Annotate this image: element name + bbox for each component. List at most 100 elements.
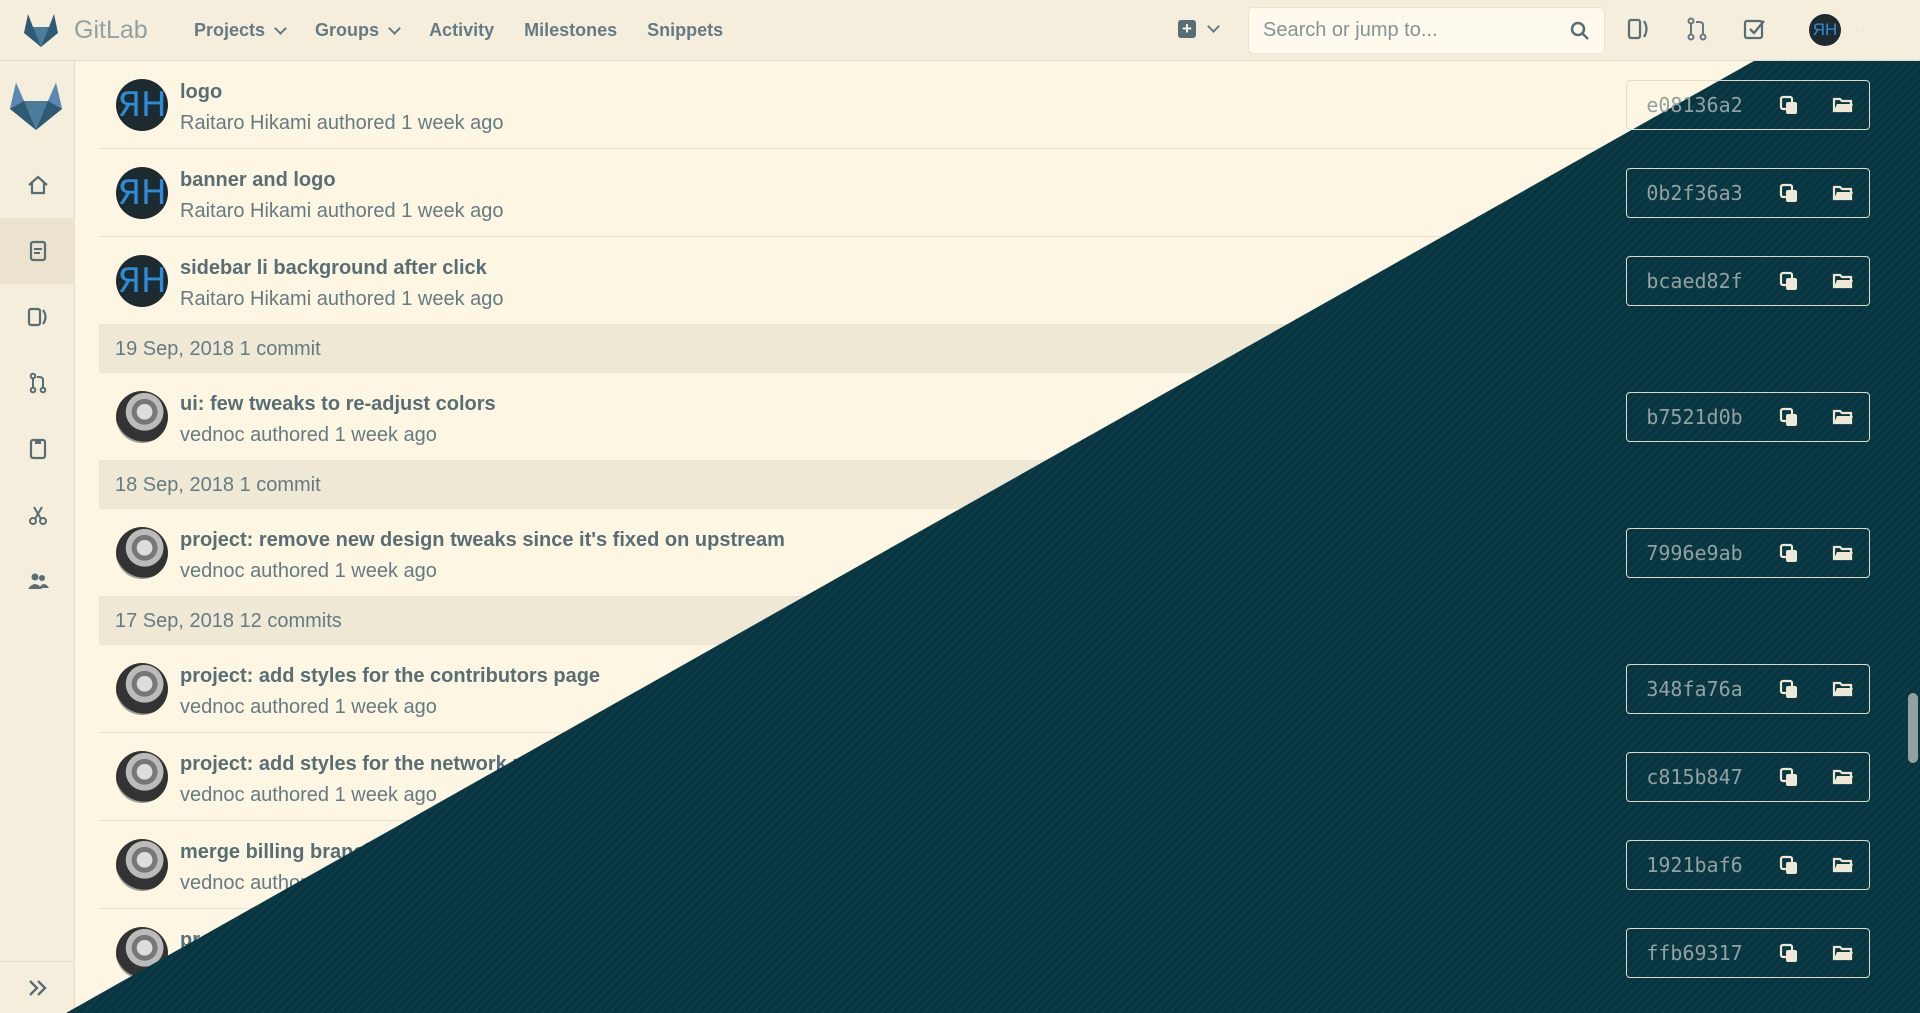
- author-link[interactable]: Raitaro Hikami: [180, 112, 311, 134]
- commit-meta: vednoc authored 1 week ago: [180, 560, 437, 583]
- browse-files-button[interactable]: [1816, 529, 1869, 577]
- commit-time: 1 week ago: [334, 696, 437, 718]
- commit-sha-link[interactable]: 0b2f36a3: [1627, 169, 1763, 217]
- sidebar-item-snippets[interactable]: [0, 482, 75, 548]
- user-menu[interactable]: ЯH: [1809, 14, 1867, 46]
- copy-sha-button[interactable]: [1763, 529, 1816, 577]
- sidebar-item-merge-request[interactable]: [0, 350, 75, 416]
- commit-sha-link[interactable]: 348fa76a: [1627, 665, 1763, 713]
- commit-sha-link[interactable]: b7521d0b: [1627, 393, 1763, 441]
- nav-snippets[interactable]: Snippets: [647, 20, 723, 41]
- browse-files-button[interactable]: [1816, 257, 1869, 305]
- copy-sha-button[interactable]: [1763, 753, 1816, 801]
- author-link[interactable]: vednoc: [180, 696, 245, 718]
- nav-projects[interactable]: Projects: [194, 20, 287, 41]
- author-avatar[interactable]: [116, 927, 168, 979]
- browse-files-button[interactable]: [1816, 665, 1869, 713]
- commits-list: ЯH logo Raitaro Hikami authored 1 week ago…: [99, 61, 1882, 997]
- commit-actions: c815b847: [1626, 752, 1870, 802]
- commit-title-link[interactable]: project: add styles for the contributors…: [180, 665, 600, 688]
- folder-open-icon: [1832, 681, 1853, 697]
- commit-sha-link[interactable]: ffb69317: [1627, 929, 1763, 977]
- copy-sha-button[interactable]: [1763, 929, 1816, 977]
- authored-label: authored: [316, 200, 396, 222]
- merge-request-icon: [29, 372, 46, 394]
- sidebar-item-members[interactable]: [0, 548, 75, 614]
- commit-sha-link[interactable]: 7996e9ab: [1627, 529, 1763, 577]
- copy-icon: [1779, 679, 1797, 698]
- author-avatar[interactable]: [116, 839, 168, 891]
- scrollbar-track[interactable]: [1906, 61, 1920, 1013]
- author-link[interactable]: vednoc: [180, 560, 245, 582]
- commit-row: ЯH logo Raitaro Hikami authored 1 week ago…: [99, 61, 1882, 149]
- author-avatar[interactable]: ЯH: [116, 167, 168, 219]
- sidebar-item-ci-cd[interactable]: [0, 416, 75, 482]
- copy-sha-button[interactable]: [1763, 257, 1816, 305]
- author-avatar[interactable]: [116, 751, 168, 803]
- project-avatar-icon[interactable]: [8, 80, 64, 132]
- merge-request-icon[interactable]: [1684, 16, 1710, 42]
- copy-sha-button[interactable]: [1763, 81, 1816, 129]
- author-link[interactable]: vednoc: [180, 784, 245, 806]
- gitlab-logo[interactable]: GitLab: [22, 12, 148, 48]
- author-link[interactable]: vednoc: [180, 872, 245, 894]
- folder-open-icon: [1832, 409, 1853, 425]
- sidebar-item-home[interactable]: [0, 152, 75, 218]
- browse-files-button[interactable]: [1816, 81, 1869, 129]
- commit-row: merge billing branch vednoc authored 1 we…: [99, 821, 1882, 909]
- author-avatar[interactable]: [116, 527, 168, 579]
- commit-meta: vednoc authored 1 week ago: [180, 424, 437, 447]
- browse-files-button[interactable]: [1816, 753, 1869, 801]
- search-icon[interactable]: [1570, 21, 1590, 41]
- commit-sha-link[interactable]: c815b847: [1627, 753, 1763, 801]
- author-avatar[interactable]: [116, 391, 168, 443]
- nav-groups[interactable]: Groups: [315, 20, 401, 41]
- commit-title-link[interactable]: project: add styles for the network page: [180, 753, 559, 776]
- new-dropdown-button[interactable]: +: [1178, 20, 1220, 38]
- browse-files-button[interactable]: [1816, 841, 1869, 889]
- ci-cd-icon: [29, 438, 46, 460]
- commit-title-link[interactable]: logo: [180, 81, 222, 104]
- commit-title-link[interactable]: banner and logo: [180, 169, 336, 192]
- sidebar-item-issues[interactable]: [0, 284, 75, 350]
- folder-open-icon: [1832, 545, 1853, 561]
- commit-title-link[interactable]: sidebar li background after click: [180, 257, 487, 280]
- copy-sha-button[interactable]: [1763, 665, 1816, 713]
- commit-sha-link[interactable]: bcaed82f: [1627, 257, 1763, 305]
- collapse-sidebar-button[interactable]: [0, 961, 75, 1013]
- copy-sha-button[interactable]: [1763, 393, 1816, 441]
- commit-row: ЯH banner and logo Raitaro Hikami authored…: [99, 149, 1882, 237]
- commit-meta: vednoc authored 1 week ago: [180, 696, 437, 719]
- commit-title-link[interactable]: project: remove new design tweaks since …: [180, 529, 785, 552]
- author-avatar[interactable]: ЯH: [116, 255, 168, 307]
- search-input[interactable]: [1263, 19, 1563, 42]
- author-link[interactable]: Raitaro Hikami: [180, 288, 311, 310]
- author-link[interactable]: Raitaro Hikami: [180, 200, 311, 222]
- commit-time: 1 week ago: [334, 784, 437, 806]
- copy-sha-button[interactable]: [1763, 169, 1816, 217]
- project-sidebar: [0, 61, 75, 1013]
- issues-icon[interactable]: [1626, 16, 1652, 42]
- commit-title-link[interactable]: merge billing branch: [180, 841, 377, 864]
- authored-label: authored: [250, 424, 330, 446]
- browse-files-button[interactable]: [1816, 393, 1869, 441]
- scrollbar-thumb[interactable]: [1908, 693, 1918, 763]
- plus-icon: +: [1178, 20, 1196, 38]
- authored-label: authored: [250, 960, 330, 982]
- commit-sha-link[interactable]: e08136a2: [1627, 81, 1763, 129]
- nav-milestones[interactable]: Milestones: [524, 20, 617, 41]
- commit-title-link[interactable]: ui: few tweaks to re-adjust colors: [180, 393, 496, 416]
- author-avatar[interactable]: [116, 663, 168, 715]
- nav-activity[interactable]: Activity: [429, 20, 494, 41]
- sidebar-item-repository[interactable]: [0, 218, 75, 284]
- commit-sha-link[interactable]: 1921baf6: [1627, 841, 1763, 889]
- author-link[interactable]: vednoc: [180, 424, 245, 446]
- todos-icon[interactable]: [1742, 16, 1768, 42]
- browse-files-button[interactable]: [1816, 169, 1869, 217]
- author-avatar[interactable]: ЯH: [116, 79, 168, 131]
- commit-title-link[interactable]: project: tweak broken buttons in the hea…: [180, 929, 596, 952]
- commit-meta: Raitaro Hikami authored 1 week ago: [180, 112, 504, 135]
- browse-files-button[interactable]: [1816, 929, 1869, 977]
- copy-sha-button[interactable]: [1763, 841, 1816, 889]
- author-link[interactable]: vednoc: [180, 960, 245, 982]
